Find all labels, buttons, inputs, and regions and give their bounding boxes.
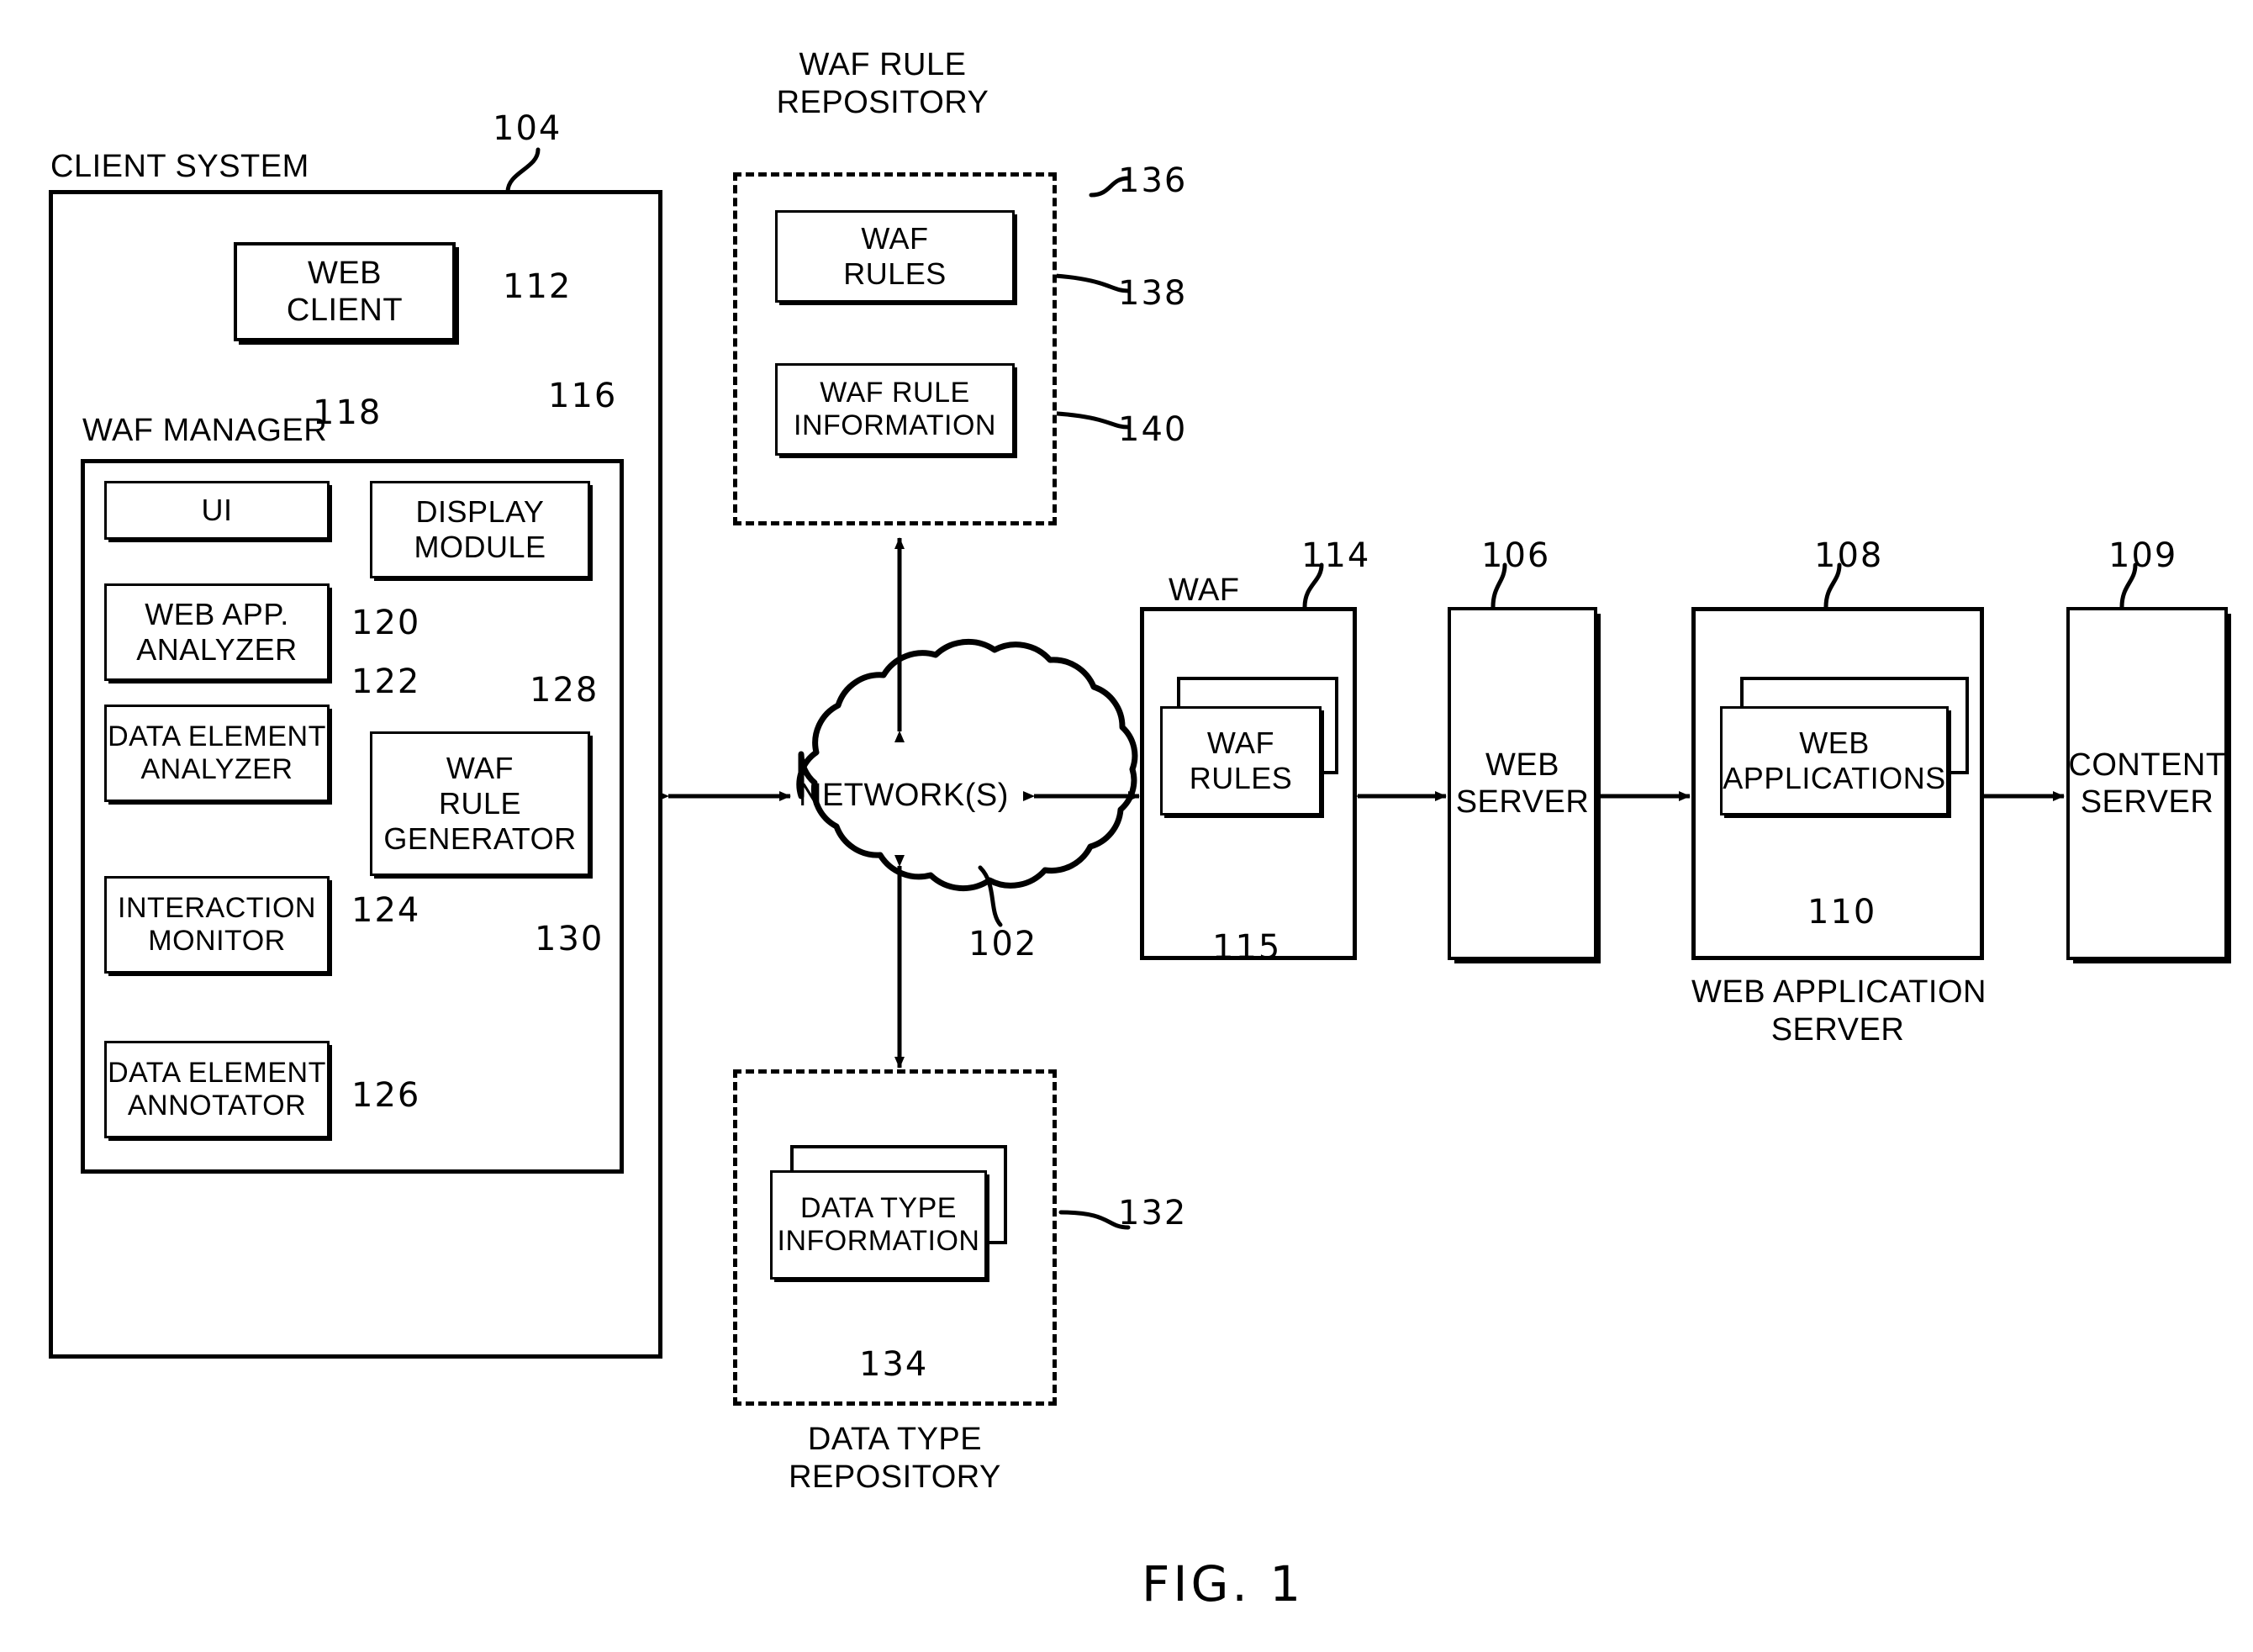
waf-rule-information-label: WAF RULE INFORMATION [794, 376, 996, 441]
ref-122: 122 [351, 662, 421, 701]
ref-112: 112 [503, 267, 572, 306]
web-server-label: WEB SERVER [1455, 747, 1590, 820]
ref-104: 104 [493, 109, 562, 148]
ref-106: 106 [1481, 536, 1551, 575]
module-ui-box: UI [104, 481, 330, 540]
module-data-element-analyzer-label: DATA ELEMENT ANALYZER [108, 720, 326, 785]
waf-manager-title: WAF MANAGER [82, 413, 328, 448]
network-cloud-shape [796, 638, 1138, 892]
module-display-module-label: DISPLAY MODULE [414, 494, 546, 564]
ref-124: 124 [351, 891, 421, 930]
ref-120: 120 [351, 604, 421, 642]
module-web-app-analyzer-box: WEB APP. ANALYZER [104, 583, 330, 681]
module-data-element-annotator-label: DATA ELEMENT ANNOTATOR [108, 1056, 326, 1122]
waf-rules-inner-label: WAF RULES [1189, 726, 1293, 795]
ref-116: 116 [548, 377, 618, 415]
waf-rules-box: WAF RULES [775, 210, 1015, 303]
module-data-element-annotator-box: DATA ELEMENT ANNOTATOR [104, 1041, 330, 1138]
ref-132: 132 [1118, 1194, 1188, 1232]
ref-134: 134 [859, 1345, 929, 1384]
ref-138: 138 [1118, 274, 1188, 313]
web-server-box: WEB SERVER [1448, 607, 1597, 960]
data-type-information-box: DATA TYPE INFORMATION [770, 1170, 987, 1280]
ref-109: 109 [2108, 536, 2178, 575]
waf-rule-information-box: WAF RULE INFORMATION [775, 363, 1015, 456]
waf-rule-repository-title: WAF RULE REPOSITORY [776, 47, 989, 120]
client-system-title: CLIENT SYSTEM [50, 149, 309, 184]
web-applications-inner-box: WEB APPLICATIONS [1720, 706, 1949, 815]
module-waf-rule-generator-label: WAF RULE GENERATOR [383, 751, 577, 856]
content-server-label: CONTENT SERVER [2068, 747, 2226, 820]
module-interaction-monitor-label: INTERACTION MONITOR [118, 891, 316, 957]
ref-115: 115 [1212, 928, 1282, 967]
web-application-server-caption: WEB APPLICATION SERVER [1691, 974, 1987, 1048]
ref-110: 110 [1807, 893, 1877, 932]
ref-102: 102 [968, 925, 1038, 963]
ref-136: 136 [1118, 161, 1188, 200]
web-applications-inner-label: WEB APPLICATIONS [1723, 726, 1946, 795]
data-type-information-label: DATA TYPE INFORMATION [777, 1191, 980, 1257]
patent-figure-page: CLIENT SYSTEM 104 WEB CLIENT 112 WAF MAN… [0, 0, 2253, 1652]
module-display-module-box: DISPLAY MODULE [370, 481, 590, 578]
module-web-app-analyzer-label: WEB APP. ANALYZER [136, 597, 298, 667]
ref-126: 126 [351, 1076, 421, 1115]
waf-rules-label: WAF RULES [843, 221, 947, 291]
web-client-box: WEB CLIENT [234, 242, 456, 341]
ref-140: 140 [1118, 410, 1188, 449]
ref-128: 128 [530, 671, 599, 710]
waf-title: WAF [1169, 573, 1240, 608]
ref-118: 118 [313, 393, 383, 432]
ref-108: 108 [1814, 536, 1884, 575]
ref-130: 130 [535, 920, 604, 958]
module-interaction-monitor-box: INTERACTION MONITOR [104, 876, 330, 974]
network-label: NETWORK(S) [799, 778, 1009, 813]
ref-114: 114 [1301, 536, 1371, 575]
module-waf-rule-generator-box: WAF RULE GENERATOR [370, 731, 590, 876]
module-data-element-analyzer-box: DATA ELEMENT ANALYZER [104, 705, 330, 802]
content-server-box: CONTENT SERVER [2066, 607, 2228, 960]
module-ui-label: UI [201, 493, 233, 528]
web-client-label: WEB CLIENT [286, 255, 404, 328]
figure-caption: FIG. 1 [1142, 1555, 1305, 1612]
waf-rules-inner-box: WAF RULES [1160, 706, 1322, 815]
data-type-repository-title: DATA TYPE REPOSITORY [789, 1422, 1001, 1495]
